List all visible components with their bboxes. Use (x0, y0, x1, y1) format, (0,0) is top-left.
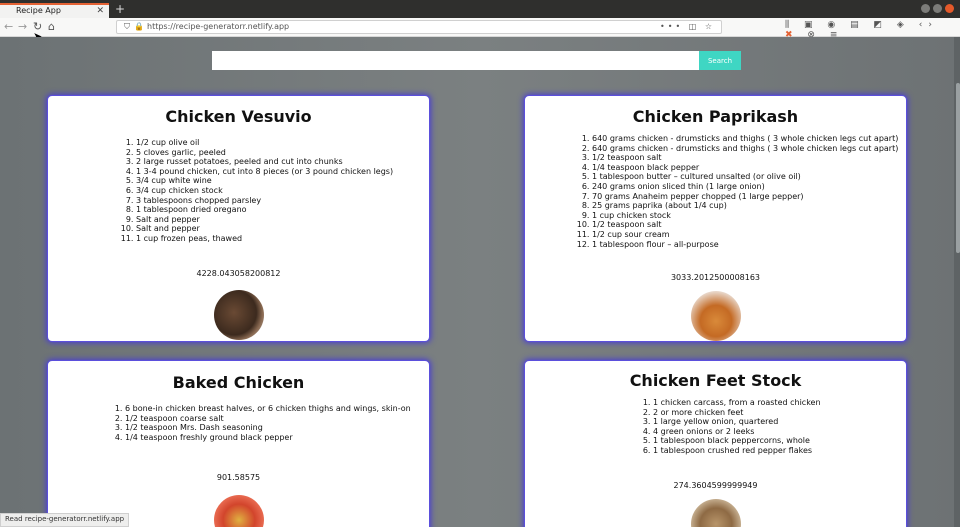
scrollbar-thumb[interactable] (956, 83, 960, 253)
url-bar[interactable]: ⛉🔒 https://recipe-generatorr.netlify.app… (116, 20, 722, 34)
recipe-title: Chicken Paprikash (632, 107, 799, 126)
ingredient-item: 6 bone-in chicken breast halves, or 6 ch… (125, 404, 429, 414)
ingredient-item: 3 tablespoons chopped parsley (136, 196, 429, 206)
recipe-title: Chicken Feet Stock (629, 371, 802, 390)
ingredient-item: 70 grams Anaheim pepper chopped (1 large… (592, 192, 906, 202)
status-bar: Read recipe-generatorr.netlify.app (0, 513, 130, 527)
ingredient-item: 3/4 cup chicken stock (136, 186, 429, 196)
calorie-value: 3033.2012500008163 (670, 273, 761, 282)
recipe-card: Chicken Vesuvio 1/2 cup olive oil5 clove… (47, 95, 430, 342)
calorie-value: 274.3604599999949 (673, 481, 758, 490)
ingredient-item: 640 grams chicken - drumsticks and thigh… (592, 144, 906, 154)
ingredient-item: 1/2 teaspoon Mrs. Dash seasoning (125, 423, 429, 433)
ingredient-list: 640 grams chicken - drumsticks and thigh… (525, 134, 906, 249)
recipe-title: Baked Chicken (172, 373, 305, 392)
library-icon[interactable]: ⫼ (785, 20, 795, 30)
ingredient-item: 3/4 cup white wine (136, 176, 429, 186)
ingredient-item: 1 large yellow onion, quartered (653, 417, 906, 427)
devtools-icon[interactable]: ◈ (897, 20, 910, 30)
ingredient-item: 240 grams onion sliced thin (1 large oni… (592, 182, 906, 192)
ingredient-item: 25 grams paprika (about 1/4 cup) (592, 201, 906, 211)
home-icon[interactable]: ⌂ (48, 20, 55, 34)
lock-icon[interactable]: ⛉🔒 (124, 21, 148, 33)
ingredient-item: 1 tablespoon flour – all-purpose (592, 240, 906, 250)
calorie-value: 4228.043058200812 (196, 269, 281, 278)
ingredient-item: Salt and pepper (136, 215, 429, 225)
ingredient-item: 1 tablespoon dried oregano (136, 205, 429, 215)
page-content: Search Chicken Vesuvio 1/2 cup olive oil… (0, 37, 960, 527)
screenshot-icon[interactable]: ◩ (874, 20, 889, 30)
ingredient-item: 5 cloves garlic, peeled (136, 148, 429, 158)
ingredient-item: 1/2 teaspoon salt (592, 153, 906, 163)
star-icon[interactable]: ☆ (705, 22, 715, 31)
ingredient-item: 2 large russet potatoes, peeled and cut … (136, 157, 429, 167)
extension-icon[interactable]: ▤ (850, 20, 865, 30)
forward-icon[interactable]: → (18, 20, 27, 34)
search-button[interactable]: Search (699, 51, 741, 70)
recipe-image (690, 499, 741, 527)
recipe-image (213, 290, 264, 340)
recipe-card: Chicken Paprikash 640 grams chicken - dr… (524, 95, 907, 342)
ingredient-item: 1/2 cup olive oil (136, 138, 429, 148)
ingredient-item: 1/2 cup sour cream (592, 230, 906, 240)
calorie-value: 901.58575 (216, 473, 261, 482)
ingredient-item: 1 tablespoon crushed red pepper flakes (653, 446, 906, 456)
ingredient-list: 1/2 cup olive oil5 cloves garlic, peeled… (48, 138, 429, 244)
recipe-card: Baked Chicken 6 bone-in chicken breast h… (47, 360, 430, 527)
recipe-image (213, 495, 264, 527)
scrollbar[interactable] (954, 37, 960, 527)
sidebar-icon[interactable]: ▣ (804, 20, 819, 30)
ingredient-item: 1 tablespoon black peppercorns, whole (653, 436, 906, 446)
ingredient-item: Salt and pepper (136, 224, 429, 234)
ingredient-item: 1 tablespoon butter – cultured unsalted … (592, 172, 906, 182)
tab-bar: Recipe App ✕ + (0, 0, 960, 18)
ingredient-item: 4 green onions or 2 leeks (653, 427, 906, 437)
ingredient-list: 6 bone-in chicken breast halves, or 6 ch… (48, 404, 429, 442)
ingredient-item: 1/2 teaspoon coarse salt (125, 414, 429, 424)
ingredient-item: 1/4 teaspoon freshly ground black pepper (125, 433, 429, 443)
back-icon[interactable]: ← (4, 20, 13, 34)
ingredient-item: 1 chicken carcass, from a roasted chicke… (653, 398, 906, 408)
window-controls (921, 4, 954, 13)
ingredient-item: 1/2 teaspoon salt (592, 220, 906, 230)
pocket-icon[interactable]: ◫ (689, 22, 700, 31)
ingredient-item: 2 or more chicken feet (653, 408, 906, 418)
close-window-icon[interactable] (945, 4, 954, 13)
account-icon[interactable]: ◉ (827, 20, 841, 30)
url-actions: ••• ◫ ☆ (660, 21, 715, 33)
ingredient-item: 1 cup frozen peas, thawed (136, 234, 429, 244)
ingredient-item: 1 cup chicken stock (592, 211, 906, 221)
url-text: https://recipe-generatorr.netlify.app (147, 22, 290, 31)
navigation-bar: ← → ↻ ⌂ ⛉🔒 https://recipe-generatorr.net… (0, 18, 960, 40)
tools-icon[interactable]: ‹› (919, 20, 938, 30)
recipe-image (690, 291, 741, 341)
recipe-title: Chicken Vesuvio (165, 107, 312, 126)
ingredient-item: 1/4 teaspoon black pepper (592, 163, 906, 173)
tab-recipe-app[interactable]: Recipe App ✕ (0, 3, 109, 18)
ingredient-item: 640 grams chicken - drumsticks and thigh… (592, 134, 906, 144)
ingredient-list: 1 chicken carcass, from a roasted chicke… (525, 398, 906, 456)
more-icon[interactable]: ••• (660, 22, 683, 31)
ingredient-item: 1 3-4 pound chicken, cut into 8 pieces (… (136, 167, 429, 177)
new-tab-button[interactable]: + (115, 2, 125, 16)
recipe-card: Chicken Feet Stock 1 chicken carcass, fr… (524, 360, 907, 527)
search-input[interactable] (212, 51, 700, 70)
tab-title: Recipe App (16, 6, 61, 15)
minimize-icon[interactable] (921, 4, 930, 13)
maximize-icon[interactable] (933, 4, 942, 13)
close-tab-icon[interactable]: ✕ (96, 5, 104, 17)
